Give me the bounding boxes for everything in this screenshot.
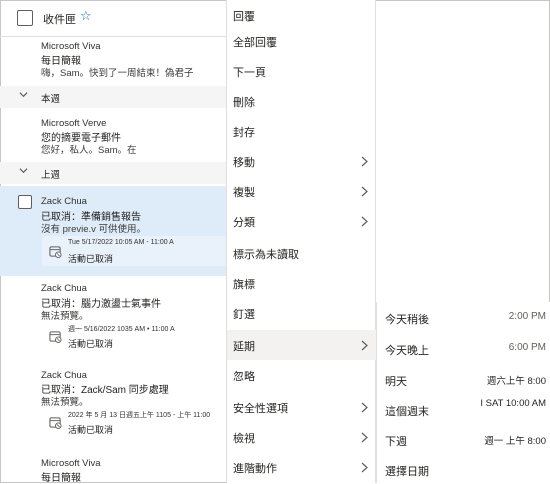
menu-item-label: 標示為未讀取 [233, 249, 299, 261]
event-status: 活動已取消 [68, 339, 114, 349]
snooze-option-label: 今天晚上 [385, 345, 429, 357]
menu-item-label: 移動 [233, 157, 255, 169]
event-status: 活動已取消 [68, 254, 114, 264]
snooze-next-week[interactable]: 下週 週一 上午 8:00 [377, 424, 550, 454]
list-item[interactable]: Microsoft Viva 每日簡報 嗨，Sam。快到了一周結束！偽君子 [0, 37, 226, 85]
snooze-option-label: 明天 [385, 376, 407, 388]
menu-item-security-options[interactable]: 安全性選項 [227, 392, 377, 422]
select-all-checkbox[interactable] [17, 10, 33, 26]
menu-item-pin[interactable]: 釘選 [227, 298, 377, 328]
menu-item-copy[interactable]: 複製 [227, 176, 377, 206]
message-sender: Zack Chua [41, 196, 87, 207]
menu-item-label: 延期 [233, 341, 255, 353]
menu-item-label: 刪除 [233, 97, 255, 109]
message-sender: Zack Chua [41, 283, 87, 294]
chevron-right-icon [361, 186, 368, 197]
menu-item-advanced-actions[interactable]: 進階動作 [227, 452, 377, 482]
snooze-later-today[interactable]: 今天稍後 2:00 PM [377, 302, 550, 332]
calendar-cancel-icon [49, 417, 62, 429]
calendar-cancel-icon [49, 331, 62, 343]
list-item[interactable]: Zack Chua 已取消：腦力激盪士氣事件 無法預覽。 週一 5/16/202… [0, 278, 226, 366]
folder-title: 收件匣 [43, 14, 76, 26]
list-item-selected[interactable]: Zack Chua 已取消：準備銷售報告 沒有 previe.v 可供使用。 T… [0, 186, 226, 276]
menu-item-label: 旗標 [233, 279, 255, 291]
menu-item-label: 全部回覆 [233, 37, 277, 49]
snooze-option-time: 週一 上午 8:00 [484, 436, 546, 447]
message-checkbox[interactable] [18, 195, 32, 209]
event-status: 活動已取消 [68, 425, 114, 435]
message-sender: Microsoft Viva [41, 41, 101, 52]
menu-item-label: 忽略 [233, 371, 255, 383]
snooze-option-label: 下週 [385, 436, 407, 448]
menu-item-flag[interactable]: 旗標 [227, 268, 377, 298]
snooze-tomorrow[interactable]: 明天 週六上午 8:00 [377, 364, 550, 394]
message-sender: Microsoft Viva [41, 458, 101, 469]
snooze-this-weekend[interactable]: 這個週末 I SAT 10:00 AM [377, 394, 550, 424]
snooze-option-label: 今天稍後 [385, 314, 429, 326]
message-sender: Microsoft Verve [41, 118, 107, 129]
snooze-submenu: 今天稍後 2:00 PM 今天晚上 6:00 PM 明天 週六上午 8:00 這… [376, 302, 550, 483]
snooze-option-time: 週六上午 8:00 [486, 376, 546, 387]
snooze-option-time: 6:00 PM [508, 342, 546, 353]
menu-item-label: 檢視 [233, 433, 255, 445]
snooze-this-evening[interactable]: 今天晚上 6:00 PM [377, 333, 550, 363]
menu-item-label: 複製 [233, 187, 255, 199]
menu-item-label: 分類 [233, 217, 255, 229]
menu-item-label: 釘選 [233, 309, 255, 321]
snooze-option-label: 選擇日期 [385, 466, 429, 478]
chevron-right-icon [361, 156, 368, 167]
menu-item-label: 進階動作 [233, 463, 277, 475]
menu-item-label: 下一頁 [233, 67, 266, 79]
message-subject: 每日簡報 [41, 473, 81, 483]
menu-item-delete[interactable]: 刪除 [227, 86, 377, 116]
group-header-last-week[interactable]: 上週 [0, 162, 226, 184]
chevron-down-icon [19, 92, 28, 98]
chevron-down-icon [19, 168, 28, 174]
menu-item-label: 回覆 [233, 11, 255, 23]
message-preview: 嗨，Sam。快到了一周結束！偽君子 [41, 68, 194, 79]
snooze-option-time: 2:00 PM [508, 311, 546, 322]
list-header: 收件匣 ☆ [0, 0, 226, 37]
chevron-right-icon [361, 402, 368, 413]
group-title: 上週 [41, 170, 61, 181]
menu-item-ignore[interactable]: 忽略 [227, 360, 377, 390]
calendar-cancel-icon [49, 246, 62, 258]
event-card[interactable]: 2022 年 5 月 13 日週五上午 1105 - 上午 11:00 活動已取… [42, 407, 226, 437]
snooze-choose-date[interactable]: 選擇日期 [377, 454, 550, 484]
context-menu: 回覆 全部回覆 下一頁 刪除 封存 移動 複製 分類 標示為未讀取 旗標 釘選 … [226, 0, 377, 483]
menu-item-snooze[interactable]: 延期 [227, 330, 377, 360]
message-preview: 沒有 previe.v 可供使用。 [41, 224, 147, 235]
event-card[interactable]: Tue 5/17/2022 10:05 AM - 11:00 A 活動已取消 [42, 236, 226, 266]
menu-item-forward[interactable]: 下一頁 [227, 56, 377, 86]
list-item[interactable]: Microsoft Viva 每日簡報 [0, 455, 226, 483]
message-preview: 您好，私人。Sam。在 [41, 145, 137, 156]
chevron-right-icon [361, 462, 368, 473]
group-header-this-week[interactable]: 本週 [0, 86, 226, 108]
event-time: 2022 年 5 月 13 日週五上午 1105 - 上午 11:00 [68, 412, 211, 419]
chevron-right-icon [361, 340, 368, 351]
menu-item-label: 安全性選項 [233, 403, 288, 415]
event-time: 週一 5/16/2022 1035 AM • 11:00 A [68, 326, 175, 333]
group-title: 本週 [41, 94, 61, 105]
snooze-option-time: I SAT 10:00 AM [480, 398, 546, 409]
message-list: 收件匣 ☆ Microsoft Viva 每日簡報 嗨，Sam。快到了一周結束！… [0, 0, 226, 483]
event-time: Tue 5/17/2022 10:05 AM - 11:00 A [68, 239, 174, 246]
menu-item-mark-unread[interactable]: 標示為未讀取 [227, 238, 377, 268]
event-card[interactable]: 週一 5/16/2022 1035 AM • 11:00 A 活動已取消 [42, 321, 226, 351]
snooze-option-label: 這個週末 [385, 406, 429, 418]
menu-item-reply-all[interactable]: 全部回覆 [227, 26, 377, 56]
star-icon[interactable]: ☆ [80, 9, 92, 23]
menu-item-categorize[interactable]: 分類 [227, 206, 377, 236]
menu-item-move[interactable]: 移動 [227, 146, 377, 176]
chevron-right-icon [361, 216, 368, 227]
message-preview: 無法預覽。 [41, 311, 89, 322]
chevron-right-icon [361, 432, 368, 443]
list-item[interactable]: Zack Chua 已取消：Zack/Sam 同步處理 無法預覽。 2022 年… [0, 366, 226, 454]
message-preview: 無法預覽。 [41, 397, 89, 408]
menu-item-archive[interactable]: 封存 [227, 116, 377, 146]
menu-item-view[interactable]: 檢視 [227, 422, 377, 452]
list-item[interactable]: Microsoft Verve 您的摘要電子郵件 您好，私人。Sam。在 [0, 110, 226, 160]
menu-item-label: 封存 [233, 127, 255, 139]
message-sender: Zack Chua [41, 370, 87, 381]
